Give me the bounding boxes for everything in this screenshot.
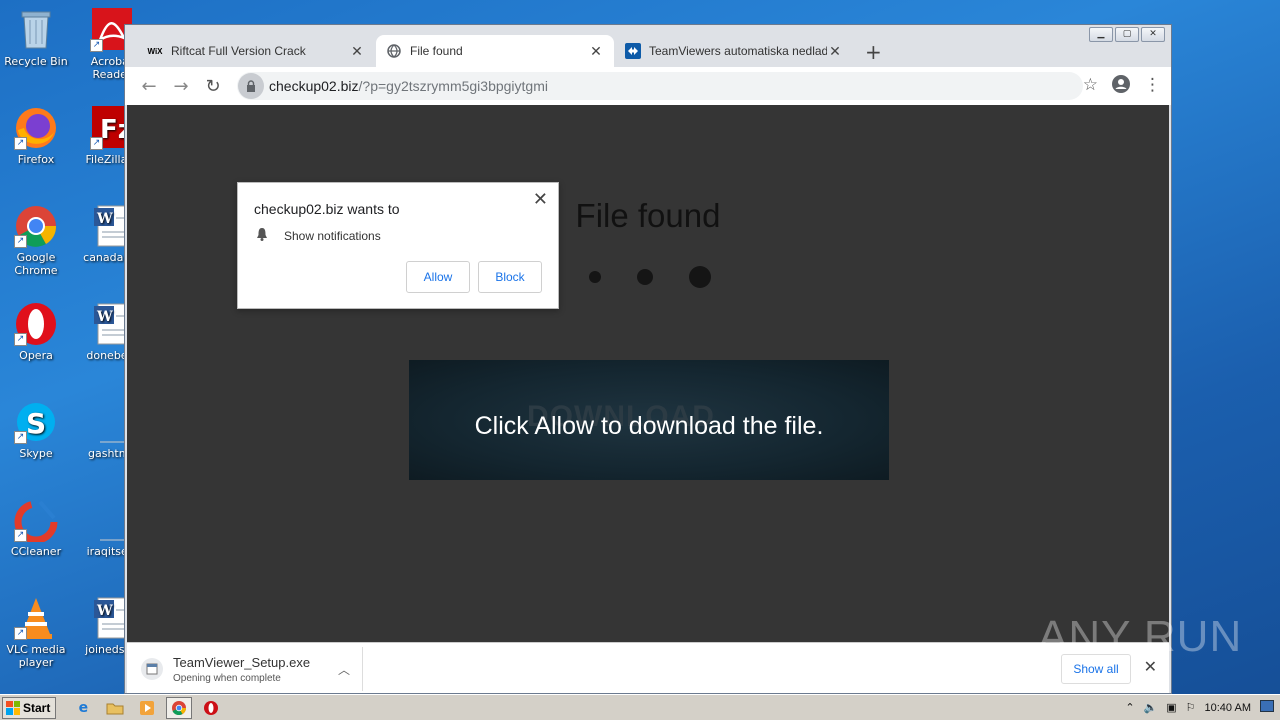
globe-icon bbox=[386, 43, 402, 59]
desktop-icon-skype[interactable]: S ↗ Skype bbox=[0, 400, 72, 460]
start-label: Start bbox=[23, 700, 51, 715]
address-bar[interactable]: checkup02.biz/?p=gy2tszrymm5gi3bpgiytgmi bbox=[237, 72, 1083, 100]
loading-dot bbox=[637, 269, 653, 285]
taskbar: Start e ⌃ 🔈 ▣ ⚐ 10:40 AM bbox=[0, 694, 1280, 720]
opera-taskbar-icon[interactable] bbox=[198, 697, 224, 719]
exe-file-icon bbox=[141, 658, 163, 680]
start-button[interactable]: Start bbox=[2, 696, 57, 719]
tab-close-icon[interactable]: ✕ bbox=[827, 43, 843, 60]
svg-text:W: W bbox=[96, 603, 113, 619]
tab-teamviewer[interactable]: TeamViewers automatiska nedladdning ✕ bbox=[615, 35, 853, 67]
svg-text:S: S bbox=[26, 407, 46, 440]
loading-dot bbox=[589, 271, 601, 283]
new-tab-button[interactable]: + bbox=[865, 40, 882, 64]
block-button[interactable]: Block bbox=[478, 261, 542, 293]
allow-button[interactable]: Allow bbox=[406, 261, 470, 293]
desktop-icon-label: VLC media player bbox=[6, 643, 66, 669]
windows-logo-icon bbox=[6, 700, 20, 715]
loading-dot bbox=[689, 266, 711, 288]
clock[interactable]: 10:40 AM bbox=[1205, 702, 1251, 714]
download-status: Opening when complete bbox=[173, 672, 281, 684]
show-desktop-icon[interactable] bbox=[1260, 700, 1274, 715]
media-player-icon[interactable] bbox=[134, 697, 160, 719]
desktop-icon-recycle-bin[interactable]: Recycle Bin bbox=[0, 8, 72, 68]
network-icon[interactable]: ▣ bbox=[1166, 701, 1176, 714]
bell-icon bbox=[256, 227, 270, 244]
tab-close-icon[interactable]: ✕ bbox=[349, 43, 365, 60]
account-icon[interactable] bbox=[1112, 75, 1130, 98]
firefox-icon: ↗ bbox=[14, 106, 58, 150]
forward-arrow-icon[interactable]: → bbox=[165, 76, 197, 97]
system-tray: ⌃ 🔈 ▣ ⚐ 10:40 AM bbox=[1119, 696, 1280, 719]
browser-window: ▁ ▢ ✕ WiX Riftcat Full Version Crack ✕ F… bbox=[124, 24, 1172, 694]
desktop-icon-firefox[interactable]: ↗ Firefox bbox=[0, 106, 72, 166]
download-item[interactable]: TeamViewer_Setup.exe Opening when comple… bbox=[131, 647, 363, 691]
desktop-icon-chrome[interactable]: ↗ Google Chrome bbox=[0, 204, 72, 277]
volume-icon[interactable]: 🔈 bbox=[1144, 701, 1158, 714]
svg-text:W: W bbox=[96, 309, 113, 325]
desktop-icon-label: Recycle Bin bbox=[4, 55, 68, 68]
show-hidden-icons-icon[interactable]: ⌃ bbox=[1125, 701, 1134, 714]
opera-icon: ↗ bbox=[14, 302, 58, 346]
popup-title: checkup02.biz wants to bbox=[254, 201, 400, 217]
desktop-icon-vlc[interactable]: ↗ VLC media player bbox=[0, 596, 72, 669]
wix-favicon-icon: WiX bbox=[147, 46, 163, 56]
tab-file-found[interactable]: File found ✕ bbox=[376, 35, 614, 67]
loading-dots bbox=[589, 265, 719, 289]
watermark: ANY RUN bbox=[1038, 612, 1243, 661]
permission-row: Show notifications bbox=[256, 227, 381, 244]
vlc-icon: ↗ bbox=[14, 596, 58, 640]
desktop-icon-label: Firefox bbox=[17, 153, 55, 166]
tab-title: Riftcat Full Version Crack bbox=[171, 44, 306, 58]
chrome-icon: ↗ bbox=[14, 204, 58, 248]
popup-close-icon[interactable]: ✕ bbox=[533, 189, 548, 210]
notification-permission-popup: checkup02.biz wants to ✕ Show notificati… bbox=[237, 182, 559, 309]
chevron-up-icon[interactable]: ︿ bbox=[338, 661, 350, 678]
tab-close-icon[interactable]: ✕ bbox=[588, 43, 604, 60]
folder-icon[interactable] bbox=[102, 697, 128, 719]
teamviewer-icon bbox=[625, 43, 641, 59]
tab-strip: WiX Riftcat Full Version Crack ✕ File fo… bbox=[125, 33, 1171, 67]
action-center-flag-icon[interactable]: ⚐ bbox=[1186, 701, 1196, 714]
desktop-icon-label: CCleaner bbox=[10, 545, 62, 558]
download-shelf: TeamViewer_Setup.exe Opening when comple… bbox=[127, 642, 1169, 693]
desktop-icon-label: Opera bbox=[19, 349, 53, 362]
url-path: /?p=gy2tszrymm5gi3bpgiytgmi bbox=[358, 78, 548, 94]
reload-icon[interactable]: ↻ bbox=[197, 76, 229, 97]
download-banner[interactable]: DOWNLOAD Click Allow to download the fil… bbox=[409, 360, 889, 480]
desktop-icon-label: Skype bbox=[19, 447, 53, 460]
recycle-bin-icon bbox=[14, 8, 58, 52]
internet-explorer-icon[interactable]: e bbox=[70, 697, 96, 719]
svg-text:W: W bbox=[96, 211, 113, 227]
page-content: File found DOWNLOAD Click Allow to downl… bbox=[127, 105, 1169, 642]
desktop-icon-ccleaner[interactable]: ↗ CCleaner bbox=[0, 498, 72, 558]
download-message: Click Allow to download the file. bbox=[474, 412, 824, 440]
back-arrow-icon[interactable]: ← bbox=[133, 76, 165, 97]
desktop-icon-opera[interactable]: ↗ Opera bbox=[0, 302, 72, 362]
bookmark-star-icon[interactable]: ☆ bbox=[1083, 75, 1098, 98]
lock-icon[interactable] bbox=[238, 73, 264, 99]
tab-riftcat[interactable]: WiX Riftcat Full Version Crack ✕ bbox=[137, 35, 375, 67]
tab-title: TeamViewers automatiska nedladdning bbox=[649, 44, 827, 58]
download-filename: TeamViewer_Setup.exe bbox=[173, 654, 311, 670]
chrome-taskbar-icon[interactable] bbox=[166, 696, 193, 719]
tab-title: File found bbox=[410, 44, 463, 58]
browser-toolbar: ← → ↻ checkup02.biz/?p=gy2tszrymm5gi3bpg… bbox=[125, 67, 1171, 105]
menu-kebab-icon[interactable]: ⋮ bbox=[1144, 75, 1161, 98]
permission-label: Show notifications bbox=[284, 228, 381, 243]
url-host: checkup02.biz bbox=[269, 78, 359, 94]
toolbar-right: ☆ ⋮ bbox=[1083, 75, 1161, 98]
desktop-icon-label: Google Chrome bbox=[14, 251, 58, 277]
ccleaner-icon: ↗ bbox=[14, 498, 58, 544]
skype-icon: S ↗ bbox=[14, 400, 58, 444]
